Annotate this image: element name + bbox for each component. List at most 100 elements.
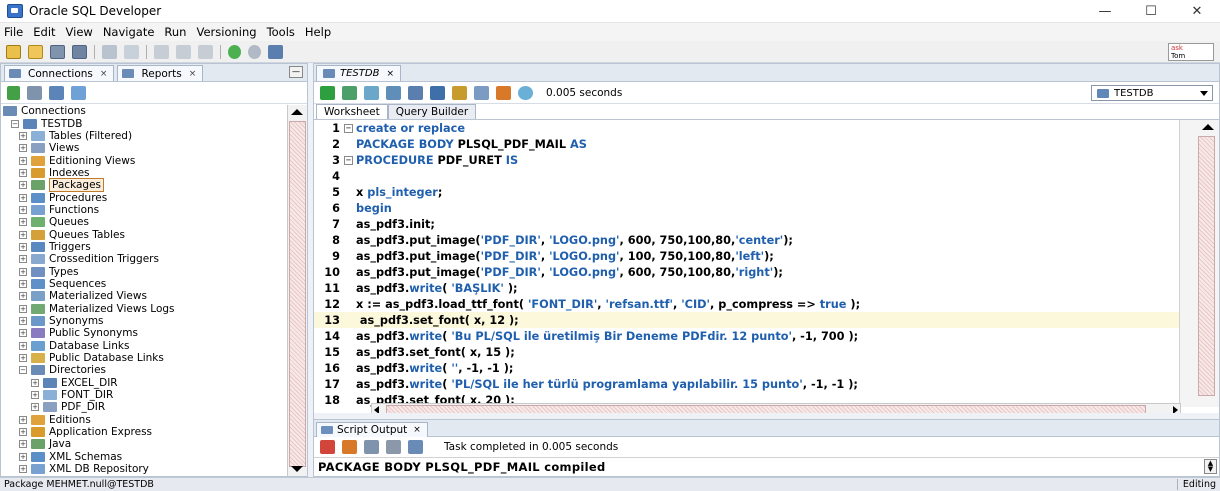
tree-node[interactable]: + Triggers bbox=[3, 241, 283, 253]
tab-reports[interactable]: Reports × bbox=[117, 65, 204, 81]
menu-run[interactable]: Run bbox=[164, 25, 186, 39]
code-line[interactable]: 16 as_pdf3. write( '', -1, -1 ); bbox=[314, 360, 1181, 376]
close-icon[interactable]: × bbox=[413, 425, 421, 435]
tree-node[interactable]: + Crossedition Triggers bbox=[3, 253, 283, 265]
tree-node[interactable]: + EXCEL_DIR bbox=[3, 377, 283, 389]
menu-view[interactable]: View bbox=[66, 25, 93, 39]
tree-node[interactable]: + Queues bbox=[3, 216, 283, 228]
tree-node[interactable]: + Synonyms bbox=[3, 315, 283, 327]
clear-output-icon[interactable] bbox=[342, 440, 357, 454]
tree-node[interactable]: + Application Express bbox=[3, 426, 283, 438]
expand-icon[interactable]: + bbox=[19, 415, 27, 424]
expand-icon[interactable]: + bbox=[19, 181, 27, 190]
sql-worksheet-icon[interactable] bbox=[268, 44, 283, 59]
sql-history-icon[interactable] bbox=[518, 85, 533, 100]
tree-node[interactable]: + Materialized Views Logs bbox=[3, 303, 283, 315]
forward-icon[interactable] bbox=[248, 44, 261, 59]
expand-icon[interactable]: + bbox=[19, 354, 27, 363]
tree-node[interactable]: + Indexes bbox=[3, 167, 283, 179]
expand-icon[interactable]: + bbox=[19, 218, 27, 227]
expand-icon[interactable]: + bbox=[19, 168, 27, 177]
code-line[interactable]: 13 as_pdf3.set_font( x, 12 ); bbox=[314, 312, 1181, 328]
tree-node[interactable]: + PDF_DIR bbox=[3, 401, 283, 413]
tree-node[interactable]: + FONT_DIR bbox=[3, 389, 283, 401]
refresh-icon[interactable] bbox=[27, 85, 42, 100]
code-line[interactable]: 5 x pls_integer; bbox=[314, 184, 1181, 200]
expand-icon[interactable]: + bbox=[19, 279, 27, 288]
buffer-size-icon[interactable] bbox=[408, 440, 423, 454]
tree-node[interactable]: + Public Database Links bbox=[3, 352, 283, 364]
tree-node[interactable]: − TESTDB bbox=[3, 117, 283, 130]
code-line[interactable]: 1− create or replace bbox=[314, 120, 1181, 136]
connection-selector[interactable]: TESTDB bbox=[1091, 85, 1213, 101]
explain-plan-icon[interactable] bbox=[408, 85, 423, 100]
code-scrollbar[interactable] bbox=[1179, 120, 1219, 407]
expand-icon[interactable]: + bbox=[31, 403, 39, 412]
save-icon[interactable] bbox=[50, 44, 65, 59]
tree-node[interactable]: + Editioning Views bbox=[3, 154, 283, 167]
close-icon[interactable]: × bbox=[100, 69, 108, 79]
code-line[interactable]: 6 begin bbox=[314, 200, 1181, 216]
expand-icon[interactable]: + bbox=[19, 205, 27, 214]
menu-navigate[interactable]: Navigate bbox=[103, 25, 155, 39]
expand-icon[interactable]: + bbox=[19, 230, 27, 239]
expand-icon[interactable]: + bbox=[19, 452, 27, 461]
tree-node[interactable]: Connections bbox=[3, 105, 283, 117]
filter-icon[interactable] bbox=[49, 85, 64, 100]
tree-node[interactable]: + Functions bbox=[3, 204, 283, 216]
tree-node[interactable]: + Packages bbox=[3, 178, 283, 193]
expand-icon[interactable]: + bbox=[19, 440, 27, 449]
scroll-thumb[interactable] bbox=[1198, 136, 1215, 396]
expand-icon[interactable]: + bbox=[19, 341, 27, 350]
expand-icon[interactable]: + bbox=[19, 255, 27, 264]
tree-node[interactable]: + Queues Tables bbox=[3, 228, 283, 241]
tree-node[interactable]: − Directories bbox=[3, 364, 283, 376]
save-all-icon[interactable] bbox=[72, 44, 87, 59]
menu-edit[interactable]: Edit bbox=[33, 25, 55, 39]
fold-icon[interactable]: − bbox=[344, 123, 353, 133]
print-icon[interactable] bbox=[386, 440, 401, 454]
output-scroll-spinner[interactable]: ▲ ▼ bbox=[1204, 459, 1217, 474]
scroll-up-icon[interactable] bbox=[1202, 124, 1214, 130]
menu-file[interactable]: File bbox=[4, 25, 23, 39]
code-line[interactable]: 4 bbox=[314, 168, 1181, 184]
commit-icon[interactable] bbox=[364, 85, 379, 100]
tree-node[interactable]: + Java bbox=[3, 438, 283, 450]
add-connection-icon[interactable] bbox=[7, 85, 20, 100]
tab-connections[interactable]: Connections × bbox=[4, 65, 115, 81]
clear-icon[interactable] bbox=[496, 85, 511, 100]
sql-tuning-icon[interactable] bbox=[452, 85, 467, 100]
close-icon[interactable]: × bbox=[189, 69, 197, 79]
expand-icon[interactable]: + bbox=[19, 131, 27, 140]
tree-node[interactable]: + XML DB Repository bbox=[3, 463, 283, 475]
code-line[interactable]: 8 as_pdf3.put_image('PDF_DIR', 'LOGO.png'… bbox=[314, 232, 1181, 248]
tree-scrollbar[interactable] bbox=[287, 105, 307, 476]
tree-node[interactable]: + XML Schemas bbox=[3, 451, 283, 463]
menu-tools[interactable]: Tools bbox=[267, 25, 295, 39]
pin-icon[interactable] bbox=[320, 440, 335, 454]
cut-icon[interactable] bbox=[154, 44, 169, 59]
fold-icon[interactable]: − bbox=[344, 155, 353, 165]
expand-icon[interactable]: + bbox=[19, 292, 27, 301]
back-icon[interactable] bbox=[228, 44, 241, 59]
rollback-icon[interactable] bbox=[386, 85, 401, 100]
tab-script-output[interactable]: Script Output × bbox=[316, 422, 428, 437]
menu-help[interactable]: Help bbox=[305, 25, 331, 39]
tree-node[interactable]: + Views bbox=[3, 142, 283, 154]
tree-node[interactable]: +Scheduler bbox=[3, 475, 283, 476]
code-line[interactable]: 17 as_pdf3. write( 'PL/SQL ile her türlü p… bbox=[314, 376, 1181, 392]
close-icon[interactable]: × bbox=[386, 69, 394, 79]
code-line[interactable]: 12 x := as_pdf3.load_ttf_font( 'FONT_DIR'… bbox=[314, 296, 1181, 312]
menu-versioning[interactable]: Versioning bbox=[196, 25, 256, 39]
tab-worksheet[interactable]: Worksheet bbox=[316, 104, 388, 119]
scroll-down-icon[interactable] bbox=[291, 466, 303, 472]
tree-node[interactable]: + Database Links bbox=[3, 340, 283, 352]
minimize-panel-button[interactable]: — bbox=[289, 66, 303, 78]
tree-node[interactable]: + Procedures bbox=[3, 191, 283, 204]
expand-icon[interactable]: + bbox=[19, 465, 27, 474]
maximize-button[interactable]: ☐ bbox=[1128, 0, 1174, 23]
run-script-icon[interactable] bbox=[342, 85, 357, 100]
to-upper-lower-icon[interactable] bbox=[474, 85, 489, 100]
tree-node[interactable]: + Sequences bbox=[3, 278, 283, 290]
collapse-icon[interactable]: − bbox=[19, 366, 27, 375]
